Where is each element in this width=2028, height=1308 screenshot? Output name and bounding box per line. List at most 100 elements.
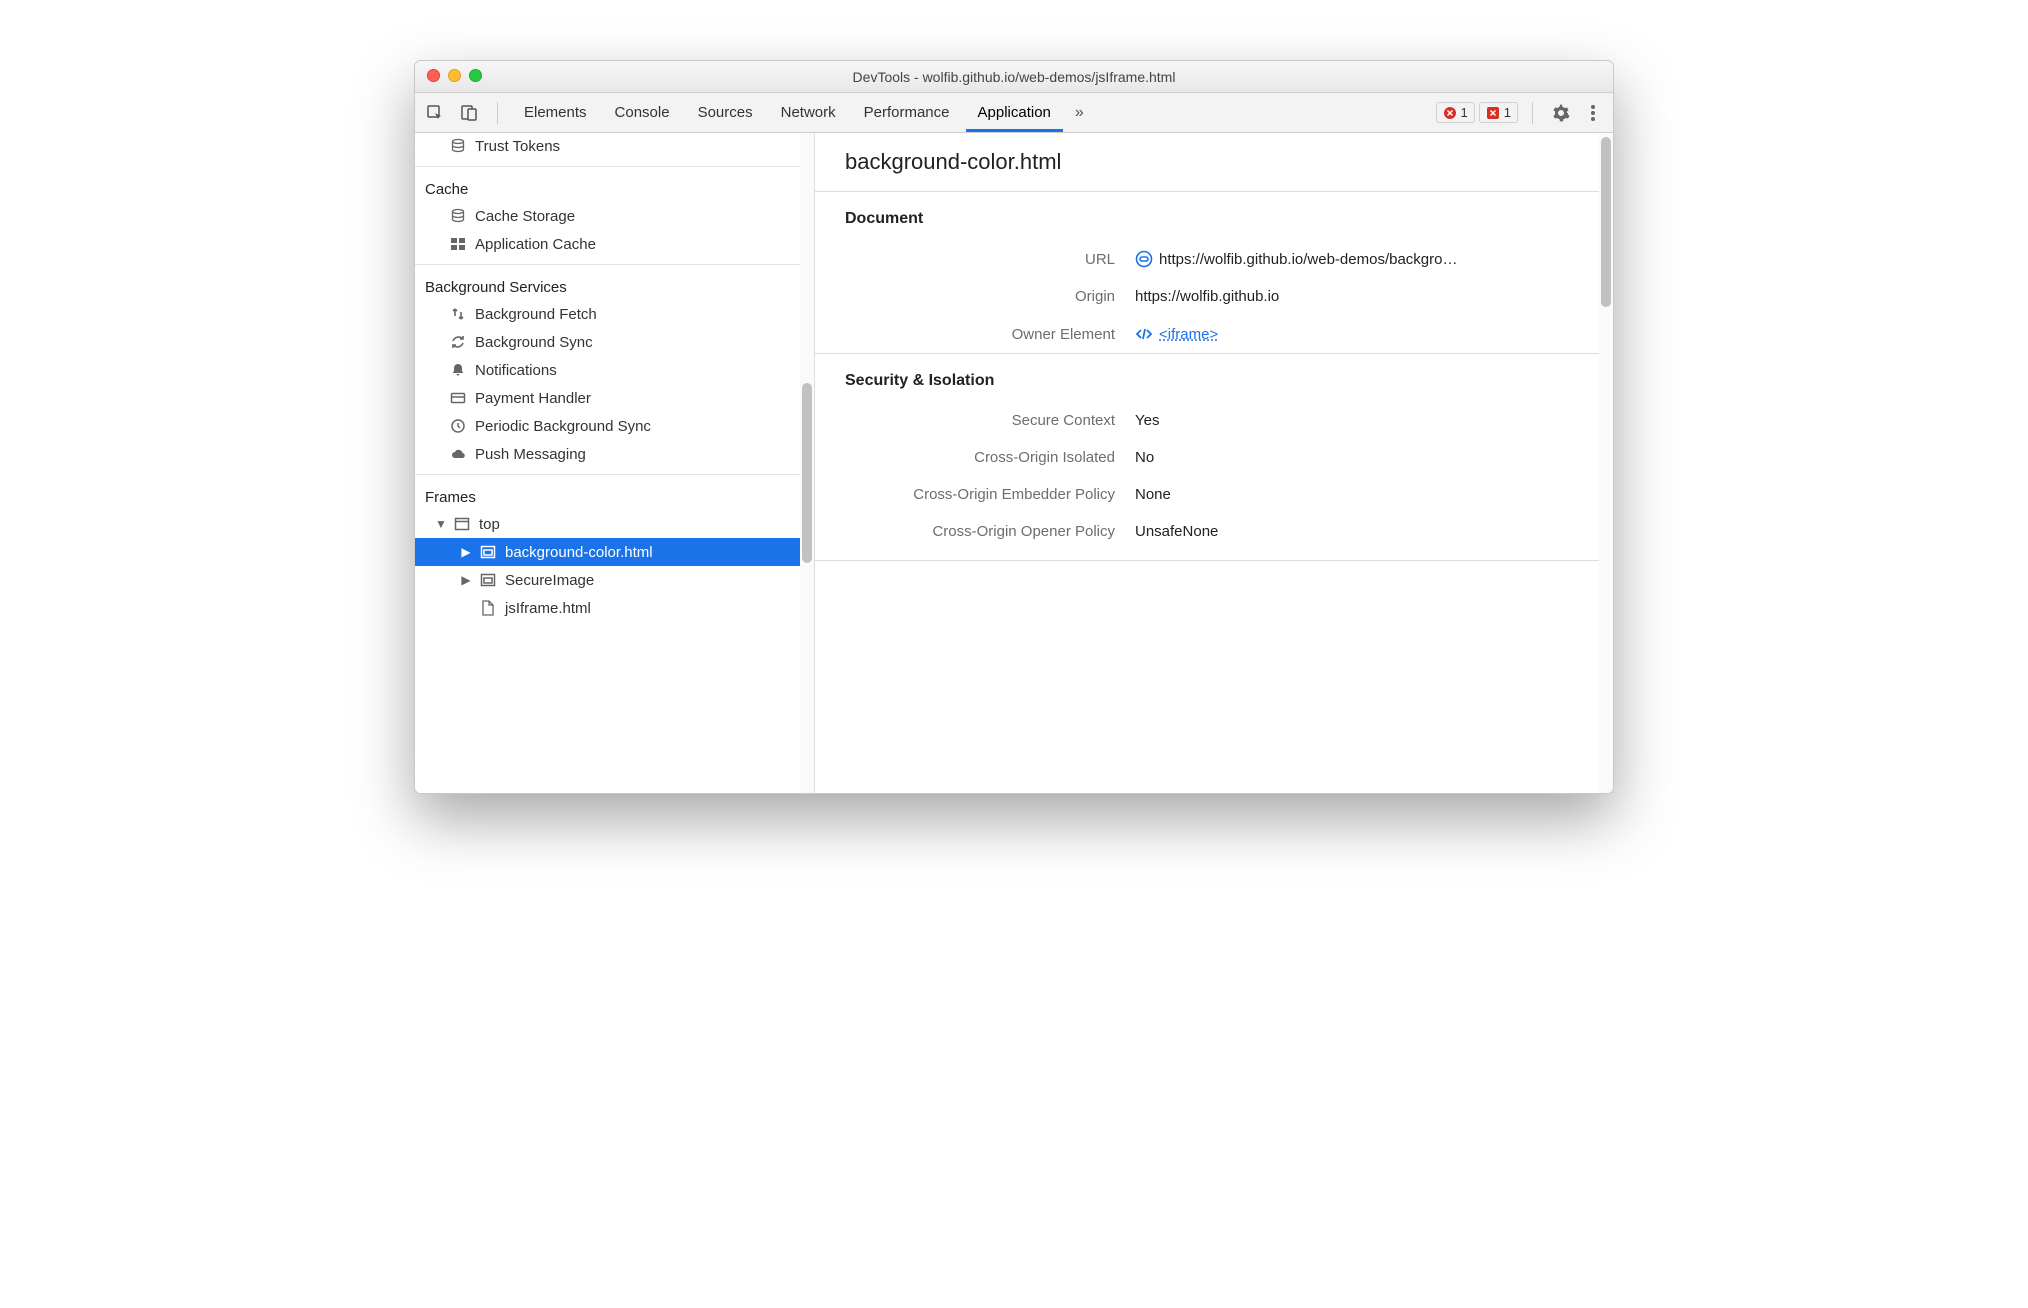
sync-icon — [449, 333, 467, 351]
embed-icon — [479, 571, 497, 589]
kv-value: https://wolfib.github.io/web-demos/backg… — [1135, 250, 1457, 268]
more-tabs-icon[interactable]: » — [1067, 104, 1092, 122]
window-minimize-button[interactable] — [448, 69, 461, 82]
kv-key: Cross-Origin Isolated — [815, 449, 1115, 466]
tab-elements[interactable]: Elements — [512, 94, 599, 131]
sidebar-item-cache-storage[interactable]: Cache Storage — [415, 202, 814, 230]
sidebar-item-push-messaging[interactable]: Push Messaging — [415, 440, 814, 468]
inspect-element-icon[interactable] — [421, 99, 449, 127]
sidebar-item-notifications[interactable]: Notifications — [415, 356, 814, 384]
main-scrollbar[interactable] — [1599, 133, 1613, 793]
kv-row-coep: Cross-Origin Embedder Policy None — [815, 476, 1613, 513]
kv-row-owner-element: Owner Element <iframe> — [815, 315, 1613, 353]
kv-key: Cross-Origin Opener Policy — [815, 523, 1115, 540]
kv-value-text: Yes — [1135, 412, 1159, 429]
issue-badge[interactable]: 1 — [1479, 102, 1518, 123]
frames-item-jsiframe[interactable]: jsIframe.html — [415, 594, 814, 622]
frames-item-label: background-color.html — [505, 544, 653, 561]
caret-down-icon[interactable]: ▼ — [435, 517, 445, 531]
kv-value-link[interactable]: <iframe> — [1135, 325, 1218, 343]
kv-row-url: URL https://wolfib.github.io/web-demos/b… — [815, 240, 1613, 278]
titlebar: DevTools - wolfib.github.io/web-demos/js… — [415, 61, 1613, 93]
embed-icon — [479, 543, 497, 561]
frames-item-secureimage[interactable]: ▶ SecureImage — [415, 566, 814, 594]
sidebar-item-trust-tokens[interactable]: Trust Tokens — [415, 135, 814, 160]
sidebar-item-label: Background Sync — [475, 334, 593, 351]
frames-top[interactable]: ▼ top — [415, 510, 814, 538]
error-icon — [1443, 106, 1457, 120]
issue-count: 1 — [1504, 105, 1511, 120]
toolbar: Elements Console Sources Network Perform… — [415, 93, 1613, 133]
tab-performance[interactable]: Performance — [852, 94, 962, 131]
toolbar-separator — [497, 102, 498, 124]
sidebar-divider — [415, 474, 814, 475]
sidebar-scrollbar[interactable] — [800, 133, 814, 793]
content-area: Trust Tokens Cache Cache Storage Applica… — [415, 133, 1613, 793]
customize-button[interactable] — [1579, 99, 1607, 127]
card-icon — [449, 389, 467, 407]
sidebar-item-payment-handler[interactable]: Payment Handler — [415, 384, 814, 412]
page-title: background-color.html — [815, 133, 1613, 191]
main-scrollbar-thumb[interactable] — [1601, 137, 1611, 307]
error-badge[interactable]: 1 — [1436, 102, 1475, 123]
sidebar-section-background-services[interactable]: Background Services — [415, 271, 814, 300]
sidebar-item-label: Application Cache — [475, 236, 596, 253]
sidebar: Trust Tokens Cache Cache Storage Applica… — [415, 133, 815, 793]
tab-console[interactable]: Console — [603, 94, 682, 131]
kv-value-text: https://wolfib.github.io — [1135, 288, 1279, 305]
window-title: DevTools - wolfib.github.io/web-demos/js… — [853, 69, 1176, 85]
tab-sources[interactable]: Sources — [686, 94, 765, 131]
settings-button[interactable] — [1547, 99, 1575, 127]
sidebar-section-cache[interactable]: Cache — [415, 173, 814, 202]
kv-value-text: No — [1135, 449, 1154, 466]
kebab-icon — [1591, 105, 1595, 121]
sidebar-item-background-fetch[interactable]: Background Fetch — [415, 300, 814, 328]
window-close-button[interactable] — [427, 69, 440, 82]
kv-key: Cross-Origin Embedder Policy — [815, 486, 1115, 503]
clock-icon — [449, 417, 467, 435]
toolbar-separator — [1532, 102, 1533, 124]
tab-application[interactable]: Application — [966, 94, 1063, 131]
device-toolbar-icon[interactable] — [455, 99, 483, 127]
sidebar-item-label: Trust Tokens — [475, 138, 560, 155]
kv-row-cross-origin-isolated: Cross-Origin Isolated No — [815, 439, 1613, 476]
kv-row-origin: Origin https://wolfib.github.io — [815, 278, 1613, 315]
caret-right-icon[interactable]: ▶ — [461, 573, 471, 587]
sidebar-item-label: Push Messaging — [475, 446, 586, 463]
sidebar-item-label: Cache Storage — [475, 208, 575, 225]
kv-value-text: https://wolfib.github.io/web-demos/backg… — [1159, 251, 1457, 268]
frames-top-label: top — [479, 516, 500, 533]
frames-item-label: SecureImage — [505, 572, 594, 589]
frames-item-label: jsIframe.html — [505, 600, 591, 617]
sidebar-item-label: Periodic Background Sync — [475, 418, 651, 435]
sidebar-item-label: Background Fetch — [475, 306, 597, 323]
kv-value: Yes — [1135, 412, 1159, 429]
kv-key: Secure Context — [815, 412, 1115, 429]
grid-icon — [449, 235, 467, 253]
kv-key: URL — [815, 251, 1115, 268]
kv-value: No — [1135, 449, 1154, 466]
database-icon — [449, 207, 467, 225]
kv-value-text: None — [1135, 486, 1171, 503]
sidebar-item-label: Payment Handler — [475, 390, 591, 407]
sidebar-item-label: Notifications — [475, 362, 557, 379]
kv-key: Origin — [815, 288, 1115, 305]
sidebar-item-periodic-sync[interactable]: Periodic Background Sync — [415, 412, 814, 440]
link-pill-icon[interactable] — [1135, 250, 1153, 268]
tab-network[interactable]: Network — [769, 94, 848, 131]
sidebar-item-application-cache[interactable]: Application Cache — [415, 230, 814, 258]
kv-value: UnsafeNone — [1135, 523, 1218, 540]
section-security-heading: Security & Isolation — [815, 354, 1613, 402]
frames-item-background-color[interactable]: ▶ background-color.html — [415, 538, 814, 566]
kv-value: None — [1135, 486, 1171, 503]
kv-value: https://wolfib.github.io — [1135, 288, 1279, 305]
sidebar-section-frames[interactable]: Frames — [415, 481, 814, 510]
window-zoom-button[interactable] — [469, 69, 482, 82]
sidebar-scrollbar-thumb[interactable] — [802, 383, 812, 563]
window-icon — [453, 515, 471, 533]
kv-row-secure-context: Secure Context Yes — [815, 402, 1613, 439]
error-count: 1 — [1461, 105, 1468, 120]
caret-right-icon[interactable]: ▶ — [461, 545, 471, 559]
sidebar-item-background-sync[interactable]: Background Sync — [415, 328, 814, 356]
code-icon — [1135, 325, 1153, 343]
